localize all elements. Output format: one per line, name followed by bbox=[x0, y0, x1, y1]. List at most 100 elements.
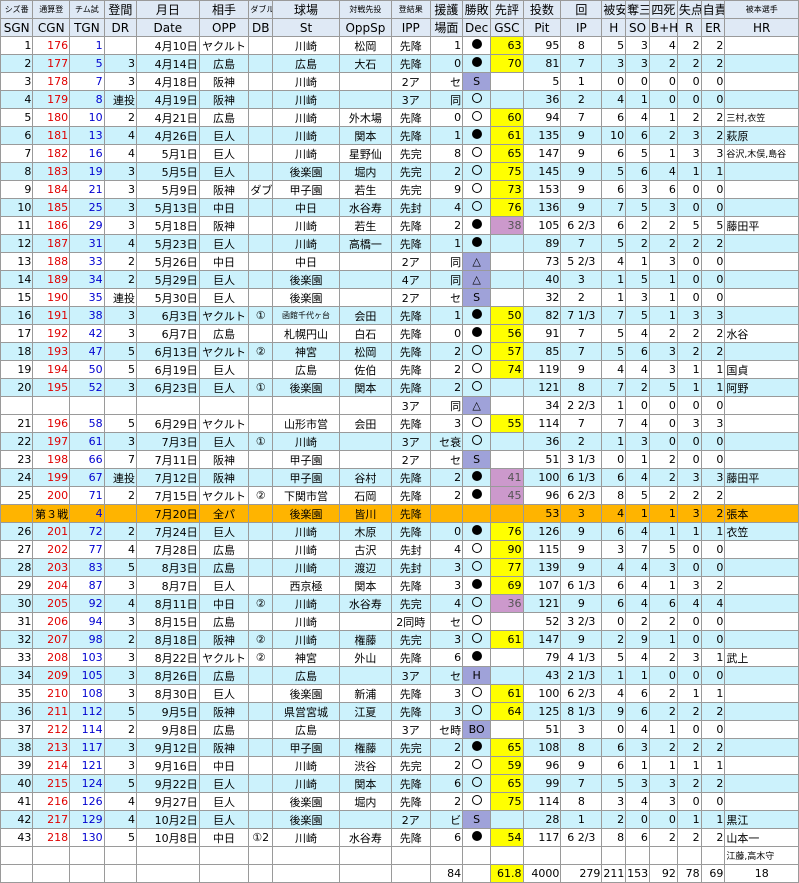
cell-ipp: 先降 bbox=[390, 126, 431, 145]
cell-db bbox=[248, 810, 274, 829]
cell-er bbox=[700, 846, 726, 865]
cell-dr: 5 bbox=[103, 702, 138, 721]
cell-hr-batters: 萩原 bbox=[724, 126, 799, 145]
cell-so: 5 bbox=[625, 270, 650, 289]
header-dr: DR bbox=[103, 18, 138, 37]
cell-cgn: 213 bbox=[32, 738, 71, 757]
cell-sgn: 18 bbox=[0, 342, 34, 361]
cell-hr-batters bbox=[724, 396, 799, 415]
cell-ipp: 先完 bbox=[390, 594, 431, 613]
cell-pitches: 40 bbox=[522, 270, 562, 289]
cell-cgn: 184 bbox=[32, 180, 71, 199]
cell-opp-sp bbox=[339, 396, 392, 415]
cell-bb-hbp: 2 bbox=[648, 468, 678, 487]
header-db: DB bbox=[248, 18, 274, 37]
cell-cgn: 192 bbox=[32, 324, 71, 343]
cell-gsc: 90 bbox=[490, 540, 524, 559]
cell-tgn: 112 bbox=[69, 702, 105, 721]
cell-tgn: 19 bbox=[69, 162, 105, 181]
cell-hits: 1 bbox=[601, 396, 627, 415]
cell-stadium: 川崎 bbox=[272, 36, 341, 55]
cell-date: 8月15日 bbox=[136, 612, 200, 631]
cell-opp: 巨人 bbox=[198, 684, 250, 703]
cell-bb-hbp: 3 bbox=[648, 774, 678, 793]
cell-tgn: 42 bbox=[69, 324, 105, 343]
cell-er: 0 bbox=[700, 792, 726, 811]
cell-bb-hbp: 2 bbox=[648, 216, 678, 235]
total-pitches: 4000 bbox=[522, 864, 562, 883]
cell-stadium: 後楽園 bbox=[272, 792, 341, 811]
cell-db bbox=[248, 468, 274, 487]
cell-so: 4 bbox=[625, 576, 650, 595]
cell-runs: 2 bbox=[676, 108, 702, 127]
cell-stadium: 札幌円山 bbox=[272, 324, 341, 343]
cell-cgn: 204 bbox=[32, 576, 71, 595]
cell-gsc bbox=[490, 666, 524, 685]
cell-opp: 広島 bbox=[198, 324, 250, 343]
cell-gsc: 77 bbox=[490, 558, 524, 577]
cell-er: 0 bbox=[700, 450, 726, 469]
cell-hits: 3 bbox=[601, 540, 627, 559]
cell-opp: 広島 bbox=[198, 558, 250, 577]
header-dec: 勝敗 bbox=[462, 0, 492, 19]
cell-opp: 巨人 bbox=[198, 162, 250, 181]
cell-db bbox=[248, 450, 274, 469]
cell-dec: S bbox=[462, 810, 492, 829]
cell-stadium: 広島 bbox=[272, 54, 341, 73]
dec-loss-icon bbox=[462, 36, 492, 55]
cell-runs: 3 bbox=[676, 648, 702, 667]
cell-db: ①2 bbox=[248, 828, 274, 847]
cell-date bbox=[136, 846, 200, 865]
cell-bb-hbp: 5 bbox=[648, 540, 678, 559]
cell-tgn: 87 bbox=[69, 576, 105, 595]
cell-stadium: 川崎 bbox=[272, 234, 341, 253]
cell-opp: 広島 bbox=[198, 54, 250, 73]
cell-date: 8月7日 bbox=[136, 576, 200, 595]
total-so: 153 bbox=[625, 864, 650, 883]
cell-hits: 0 bbox=[601, 450, 627, 469]
header-opp: 相手 bbox=[198, 0, 250, 19]
cell-dr: 3 bbox=[103, 180, 138, 199]
cell-date: 5月5日 bbox=[136, 162, 200, 181]
cell-date: 8月22日 bbox=[136, 648, 200, 667]
cell-ipp: 先完 bbox=[390, 738, 431, 757]
table-row: 41 216 126 4 9月27日 巨人 後楽園 堀内 先降 2 75 114 8 3 4 3 0 0 bbox=[0, 792, 799, 811]
cell-bb-hbp bbox=[648, 846, 678, 865]
cell-opp bbox=[198, 846, 250, 865]
cell-dr: 4 bbox=[103, 810, 138, 829]
cell-db bbox=[248, 738, 274, 757]
cell-scene: 同 bbox=[429, 90, 464, 109]
cell-runs: 0 bbox=[676, 288, 702, 307]
cell-dr: 4 bbox=[103, 144, 138, 163]
cell-gsc: 61 bbox=[490, 684, 524, 703]
cell-so: 2 bbox=[625, 612, 650, 631]
cell-sgn: 6 bbox=[0, 126, 34, 145]
cell-db bbox=[248, 126, 274, 145]
cell-hits: 2 bbox=[601, 630, 627, 649]
table-row: 40 215 124 5 9月22日 巨人 川崎 関本 先降 6 65 99 7 5 3 3 2 2 bbox=[0, 774, 799, 793]
cell-hr-batters bbox=[724, 756, 799, 775]
cell-opp-sp: 石岡 bbox=[339, 486, 392, 505]
cell-runs: 2 bbox=[676, 828, 702, 847]
header-ip: 回 bbox=[560, 0, 603, 19]
cell-db: ② bbox=[248, 342, 274, 361]
cell-dr: 2 bbox=[103, 252, 138, 271]
cell-db bbox=[248, 36, 274, 55]
cell-er: 0 bbox=[700, 198, 726, 217]
cell-dr: 連投 bbox=[103, 288, 138, 307]
cell-cgn: 202 bbox=[32, 540, 71, 559]
cell-er: 2 bbox=[700, 486, 726, 505]
cell-gsc bbox=[490, 810, 524, 829]
cell-runs: 2 bbox=[676, 702, 702, 721]
cell-ipp: 3ア bbox=[390, 396, 431, 415]
cell-bb-hbp: 3 bbox=[648, 558, 678, 577]
cell-hr-batters: 国貞 bbox=[724, 360, 799, 379]
cell-hr-batters bbox=[724, 684, 799, 703]
cell-opp: 広島 bbox=[198, 666, 250, 685]
header-ip: IP bbox=[560, 18, 603, 37]
cell-cgn: 200 bbox=[32, 486, 71, 505]
cell-ip: 7 bbox=[560, 342, 603, 361]
cell-dr: 4 bbox=[103, 792, 138, 811]
cell-cgn: 176 bbox=[32, 36, 71, 55]
dec-loss-icon bbox=[462, 216, 492, 235]
